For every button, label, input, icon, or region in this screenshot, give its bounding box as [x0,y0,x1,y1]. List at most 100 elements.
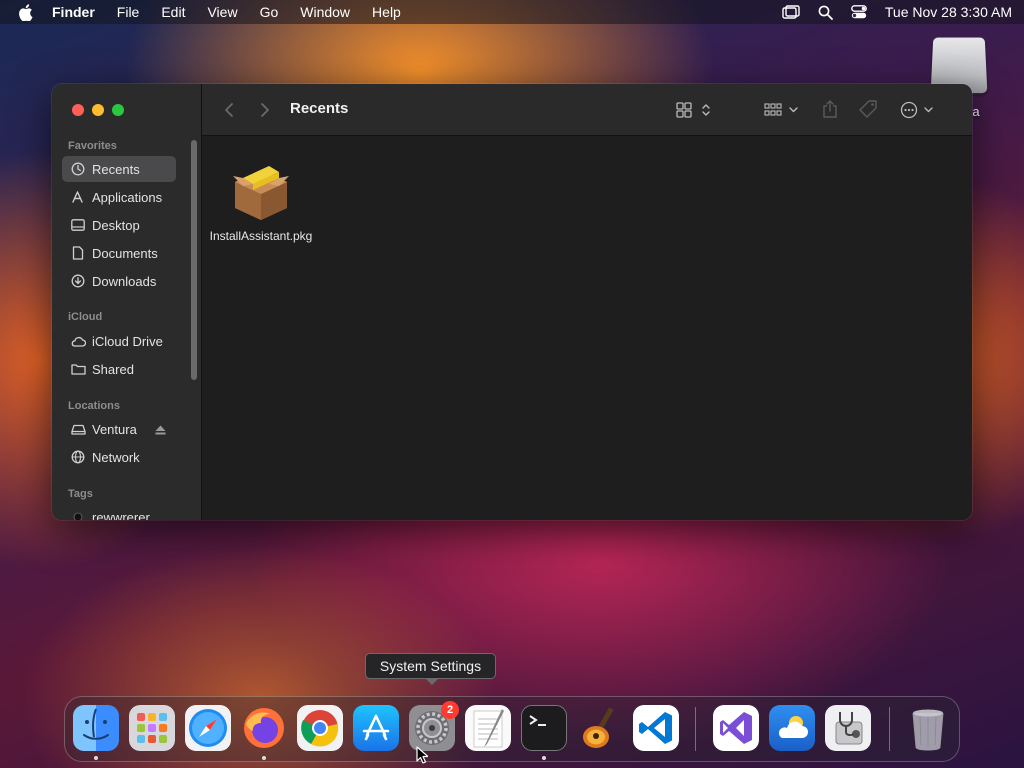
sidebar-header-locations: Locations [68,400,120,412]
sidebar-item-label: iCloud Drive [92,333,163,349]
file-browser-area[interactable]: InstallAssistant.pkg [202,136,972,520]
globe-icon [70,449,86,465]
mouse-cursor-icon [416,746,429,768]
spotlight-search-icon[interactable] [818,5,833,20]
sidebar-item-recents[interactable]: Recents [62,156,176,182]
finder-sidebar: Favorites Recents Applications Desktop D… [52,84,202,520]
apple-menu-icon[interactable] [18,3,34,21]
back-button[interactable] [224,102,234,118]
sidebar-item-shared[interactable]: Shared [62,356,176,382]
sidebar-item-network[interactable]: Network [62,444,176,470]
dock-separator [889,707,890,751]
control-center-icon[interactable] [850,5,867,19]
running-indicator [262,756,266,760]
sidebar-item-documents[interactable]: Documents [62,240,176,266]
running-indicator [542,756,546,760]
sidebar-item-label: Desktop [92,217,140,233]
disk-icon [70,421,86,437]
tag-dot-icon [70,509,86,520]
sidebar-item-icloud-drive[interactable]: iCloud Drive [62,328,176,354]
menu-help[interactable]: Help [372,4,401,20]
forward-button[interactable] [260,102,270,118]
dock-garageband[interactable] [577,705,623,751]
eject-icon[interactable] [155,423,166,438]
dock-trash[interactable] [905,705,951,751]
sidebar-item-label: Recents [92,161,140,177]
group-by-button[interactable] [764,102,800,118]
sidebar-item-tag[interactable]: rewwrerer [62,504,176,520]
sidebar-item-label: Network [92,449,140,465]
sidebar-item-label: Downloads [92,273,157,289]
window-title: Recents [290,100,349,117]
launchpad-icon [137,713,167,743]
more-actions-button[interactable] [900,101,936,119]
applications-icon [70,189,86,205]
safari-compass-icon [189,709,227,747]
dock-terminal[interactable] [521,705,567,751]
file-item[interactable]: InstallAssistant.pkg [206,162,316,244]
dock-app-store[interactable] [353,705,399,751]
sidebar-item-label: Shared [92,361,134,377]
download-icon [70,273,86,289]
stethoscope-icon [835,712,863,745]
window-controls [72,104,124,116]
menu-clock[interactable]: Tue Nov 28 3:30 AM [885,4,1012,20]
sidebar-item-label: Applications [92,189,163,205]
minimize-button[interactable] [92,104,104,116]
dock-tooltip: System Settings [365,653,496,679]
menu-file[interactable]: File [117,4,140,20]
dock-launchpad[interactable] [129,705,175,751]
dock-disk-utility[interactable] [825,705,871,751]
textedit-icon [473,709,504,748]
screen-mirroring-icon[interactable] [782,5,800,19]
document-icon [70,245,86,261]
sidebar-item-ventura[interactable]: Ventura [62,416,176,442]
finder-window: Favorites Recents Applications Desktop D… [52,84,972,520]
guitar-icon [583,707,614,748]
shared-folder-icon [70,361,86,377]
clock-icon [70,161,86,177]
desktop-icon [70,217,86,233]
finder-toolbar: Recents [202,84,972,136]
menu-go[interactable]: Go [260,4,279,20]
dock-separator [695,707,696,751]
dock-firefox[interactable] [241,705,287,751]
sidebar-header-favorites: Favorites [68,140,117,152]
dock-vscode[interactable] [633,705,679,751]
sidebar-item-desktop[interactable]: Desktop [62,212,176,238]
chrome-icon [301,710,339,747]
menu-finder[interactable]: Finder [52,4,95,20]
close-button[interactable] [72,104,84,116]
firefox-icon [244,708,284,748]
menu-bar: Finder File Edit View Go Window Help Tue… [0,0,1024,24]
finder-icon [83,708,109,740]
visual-studio-icon [720,712,752,744]
menu-edit[interactable]: Edit [161,4,185,20]
sidebar-header-icloud: iCloud [68,311,103,323]
zoom-button[interactable] [112,104,124,116]
menu-view[interactable]: View [207,4,237,20]
dock-chrome[interactable] [297,705,343,751]
dock-textedit[interactable] [465,705,511,751]
cloud-icon [70,333,86,349]
weather-cloud-icon [778,716,808,738]
dock-finder[interactable] [73,705,119,751]
sidebar-scrollbar[interactable] [191,140,197,380]
tooltip-arrow [425,678,439,685]
dock-safari[interactable] [185,705,231,751]
tag-icon[interactable] [858,100,878,118]
terminal-icon [529,715,546,726]
sidebar-item-downloads[interactable]: Downloads [62,268,176,294]
package-icon [229,162,293,222]
dock-visual-studio[interactable] [713,705,759,751]
dock-weather[interactable] [769,705,815,751]
view-mode-button[interactable] [676,102,712,118]
dock [64,696,960,762]
running-indicator [94,756,98,760]
menu-window[interactable]: Window [300,4,350,20]
app-store-icon [362,714,390,741]
sidebar-item-label: rewwrerer [92,509,150,521]
share-icon[interactable] [822,100,838,118]
sidebar-item-applications[interactable]: Applications [62,184,176,210]
sidebar-item-label: Documents [92,245,158,261]
